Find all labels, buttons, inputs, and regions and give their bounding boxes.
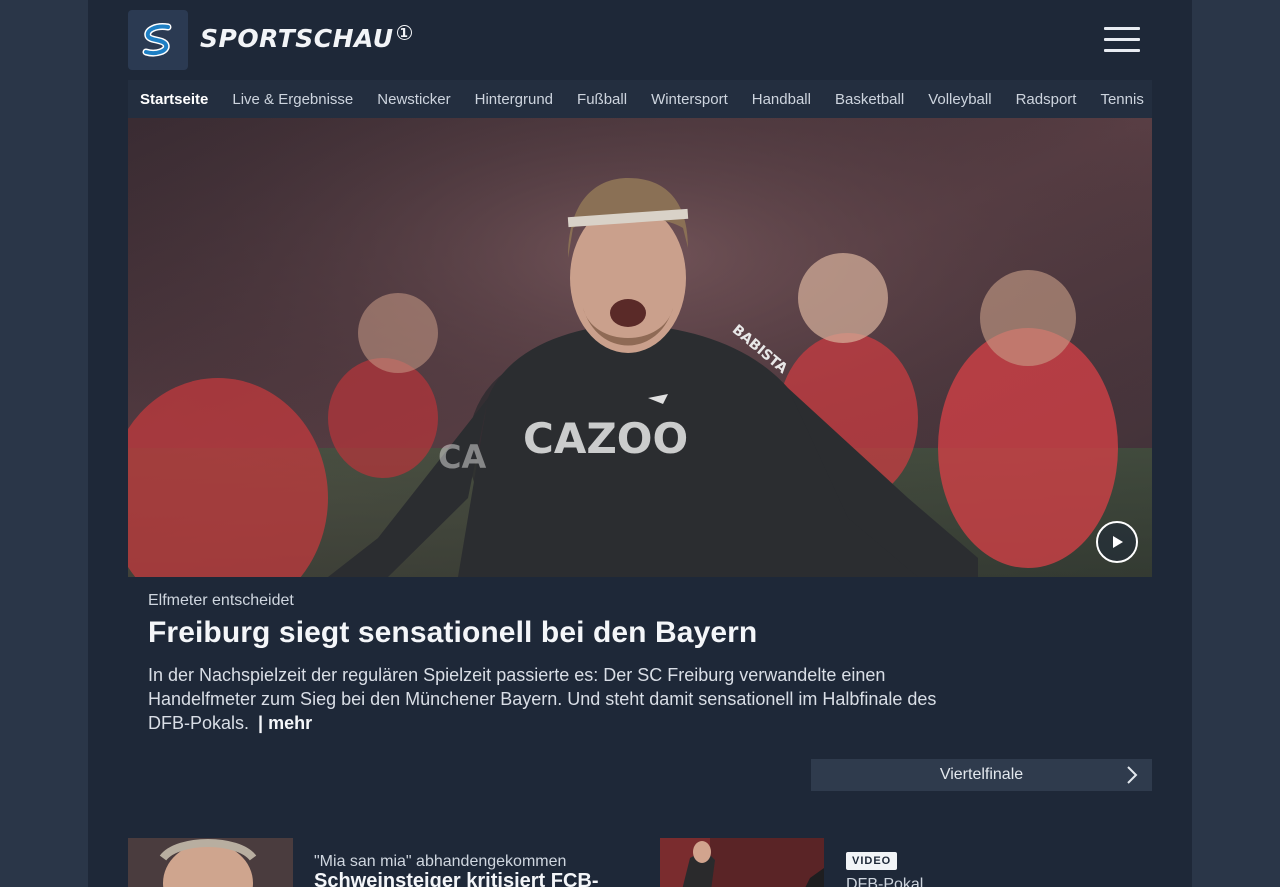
article-thumbnail[interactable]: [128, 838, 293, 887]
nav-item-hintergrund[interactable]: Hintergrund: [463, 80, 565, 118]
video-thumbnail[interactable]: [660, 838, 824, 887]
nav-item-tennis[interactable]: Tennis: [1088, 80, 1155, 118]
hero-teaser: In der Nachspielzeit der regulären Spiel…: [148, 663, 948, 735]
hero-kicker: Elfmeter entscheidet: [148, 592, 294, 609]
article-title[interactable]: Schweinsteiger kritisiert FCB-: [314, 870, 599, 887]
hero-photo: CAZOO CA BABISTA: [128, 118, 1152, 577]
video-kicker: DFB-Pokal: [846, 876, 924, 887]
nav-item-startseite[interactable]: Startseite: [128, 80, 220, 118]
viertelfinale-label: Viertelfinale: [939, 766, 1024, 783]
nav-item-handball[interactable]: Handball: [740, 80, 823, 118]
nav-item-live-ergebnisse[interactable]: Live & Ergebnisse: [220, 80, 365, 118]
ard-mark-icon: 1: [396, 25, 412, 40]
nav-item-newsticker[interactable]: Newsticker: [365, 80, 462, 118]
video-badge: VIDEO: [846, 852, 898, 870]
nav-item-radsport[interactable]: Radsport: [1004, 80, 1089, 118]
article-kicker: "Mia san mia" abhandengekommen: [314, 853, 567, 870]
hero-headline[interactable]: Freiburg siegt sensationell bei den Baye…: [148, 616, 757, 650]
play-icon[interactable]: [1096, 521, 1138, 563]
jersey-sponsor-text: CAZOO: [523, 414, 688, 463]
hero-image[interactable]: CAZOO CA BABISTA: [128, 118, 1152, 577]
nav-item-wintersport[interactable]: Wintersport: [639, 80, 740, 118]
viertelfinale-button[interactable]: Viertelfinale: [811, 759, 1152, 791]
site-header: SPORTSCHAU 1: [128, 0, 1152, 80]
chevron-right-icon: [1127, 766, 1138, 784]
nav-item-fußball[interactable]: Fußball: [565, 80, 639, 118]
sportschau-logo[interactable]: [128, 10, 188, 70]
sportschau-logo-icon: [142, 23, 172, 57]
nav-item-volleyball[interactable]: Volleyball: [916, 80, 1003, 118]
main-navigation: Startseite Live & Ergebnisse Newsticker Hin…: [128, 80, 1152, 118]
nav-item-basketball[interactable]: Basketball: [823, 80, 916, 118]
brand-wordmark[interactable]: SPORTSCHAU 1: [200, 24, 412, 56]
more-link[interactable]: | mehr: [258, 713, 312, 733]
jersey-sponsor-text-blurred: CA: [438, 438, 486, 476]
page-container: SPORTSCHAU 1 Startseite Live & Ergebnisse…: [88, 0, 1192, 887]
brand-name: SPORTSCHAU: [200, 24, 394, 53]
hamburger-menu-icon[interactable]: [1104, 25, 1140, 53]
